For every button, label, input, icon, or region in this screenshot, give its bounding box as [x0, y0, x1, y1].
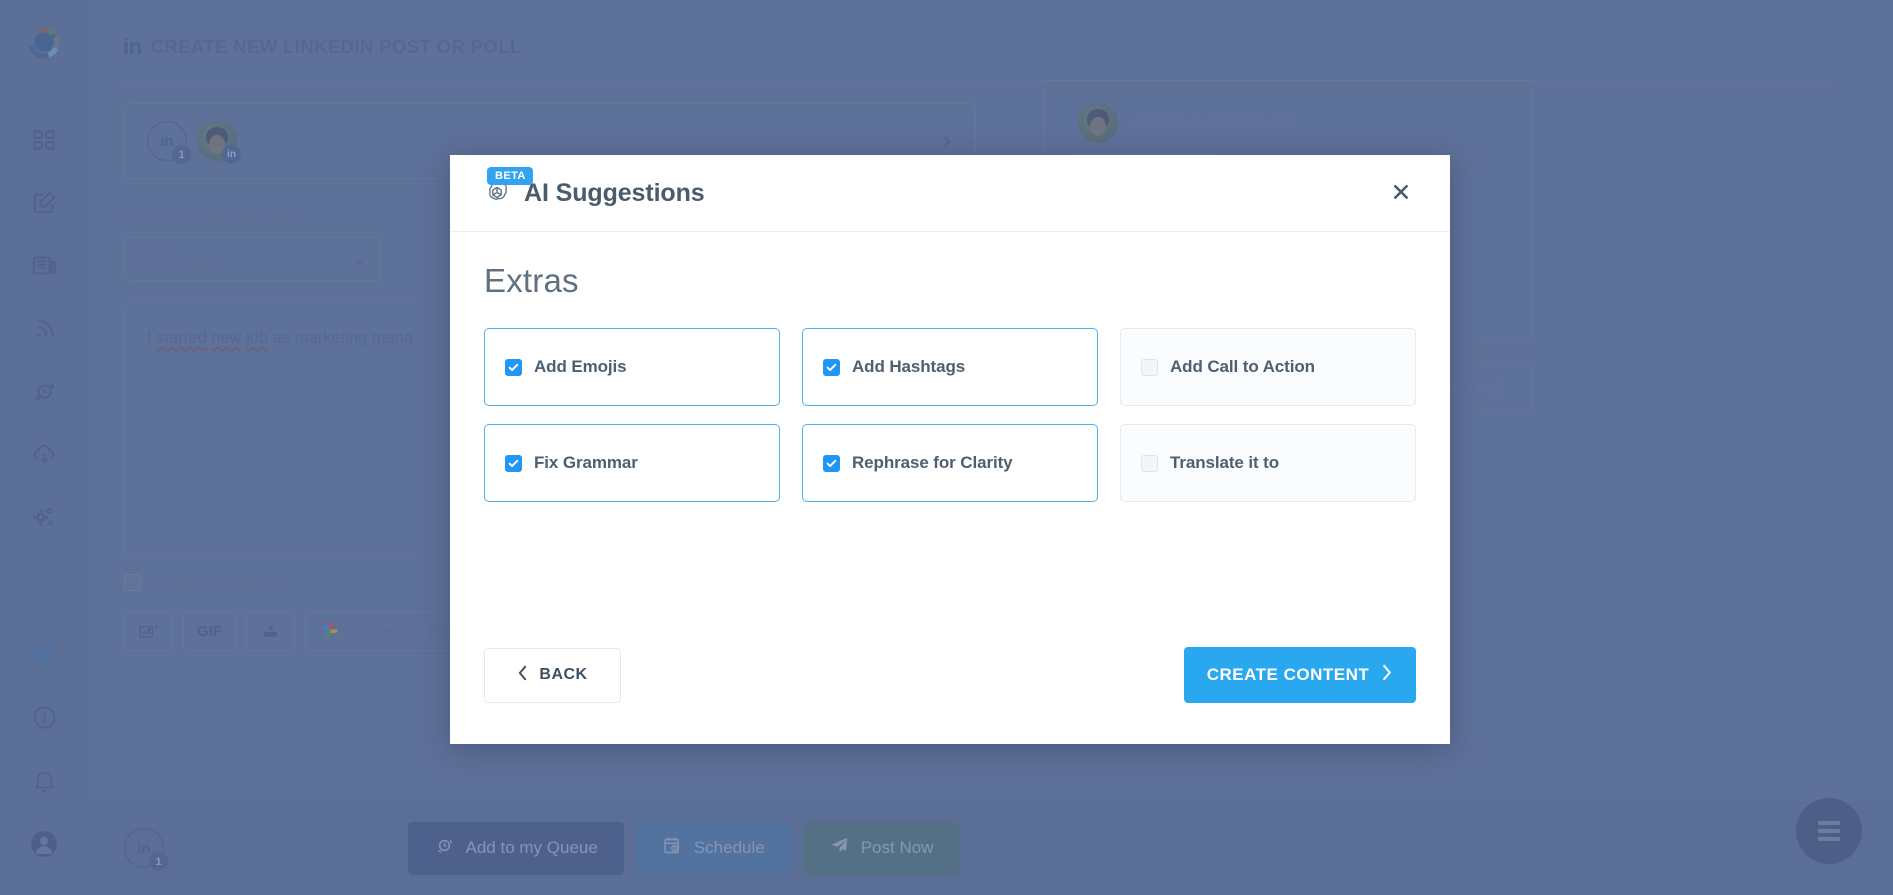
option-add-call-to-action[interactable]: Add Call to Action — [1120, 328, 1416, 406]
chevron-left-icon — [517, 665, 528, 686]
extras-option-grid: Add Emojis Add Hashtags Add Call to Acti… — [484, 328, 1416, 502]
modal-body: Extras Add Emojis Add Hashtags — [450, 232, 1450, 628]
option-fix-grammar[interactable]: Fix Grammar — [484, 424, 780, 502]
create-content-label: CREATE CONTENT — [1207, 665, 1370, 685]
back-label: BACK — [539, 666, 587, 684]
option-label: Add Emojis — [534, 357, 627, 377]
option-translate-it-to[interactable]: Translate it to — [1120, 424, 1416, 502]
option-rephrase-for-clarity[interactable]: Rephrase for Clarity — [802, 424, 1098, 502]
option-add-hashtags[interactable]: Add Hashtags — [802, 328, 1098, 406]
section-title: Extras — [484, 262, 1416, 300]
modal-title: AI Suggestions — [524, 179, 705, 208]
checkbox-add-emojis[interactable] — [505, 359, 522, 376]
chevron-right-icon — [1381, 664, 1393, 686]
option-label: Translate it to — [1170, 453, 1279, 473]
close-icon[interactable]: ✕ — [1386, 178, 1416, 208]
modal-footer: BACK CREATE CONTENT — [450, 628, 1450, 744]
option-add-emojis[interactable]: Add Emojis — [484, 328, 780, 406]
modal-header: AI Suggestions BETA ✕ — [450, 155, 1450, 232]
checkbox-add-call-to-action[interactable] — [1141, 359, 1158, 376]
checkbox-rephrase-for-clarity[interactable] — [823, 455, 840, 472]
option-label: Rephrase for Clarity — [852, 453, 1013, 473]
back-button[interactable]: BACK — [484, 648, 621, 703]
checkbox-translate-it-to[interactable] — [1141, 455, 1158, 472]
checkbox-fix-grammar[interactable] — [505, 455, 522, 472]
option-label: Fix Grammar — [534, 453, 638, 473]
create-content-button[interactable]: CREATE CONTENT — [1184, 647, 1416, 703]
checkbox-add-hashtags[interactable] — [823, 359, 840, 376]
option-label: Add Call to Action — [1170, 357, 1315, 377]
ai-suggestions-modal: AI Suggestions BETA ✕ Extras Add Emojis … — [450, 155, 1450, 744]
app-root: in CREATE NEW LINKEDIN POST OR POLL in 1… — [0, 0, 1893, 895]
beta-badge: BETA — [487, 167, 533, 185]
option-label: Add Hashtags — [852, 357, 965, 377]
